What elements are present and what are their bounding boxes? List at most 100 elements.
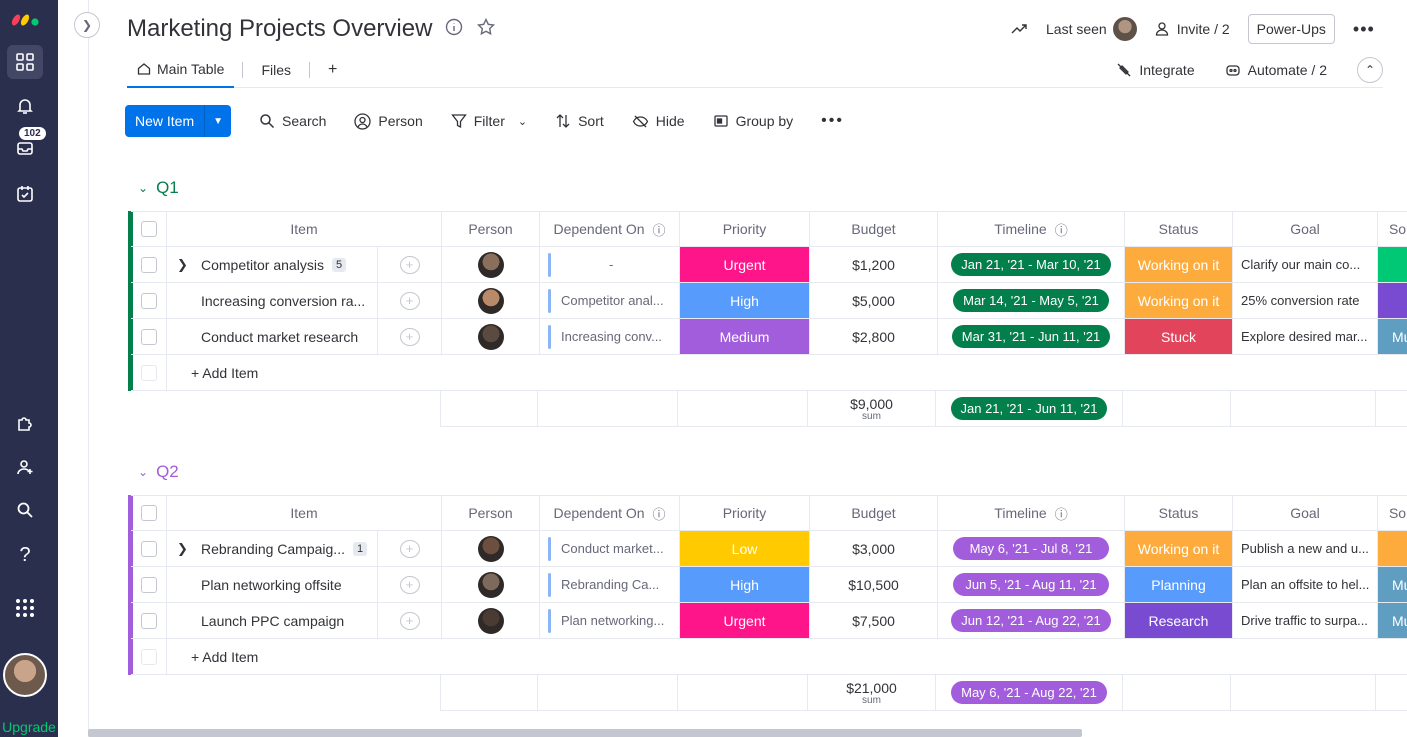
add-update-icon[interactable]: + [399, 575, 420, 594]
chevron-down-icon[interactable]: ⌄ [138, 465, 148, 479]
cell-status[interactable]: Stuck [1125, 319, 1233, 355]
cell-status[interactable]: Working on it [1125, 283, 1233, 319]
add-update-icon[interactable]: + [399, 611, 420, 630]
table-row[interactable]: Increasing conversion ra... + Competitor a… [131, 283, 1407, 319]
cell-person[interactable] [442, 319, 540, 355]
item-name[interactable]: Increasing conversion ra... [201, 293, 365, 309]
expand-subitems-icon[interactable]: ❯ [177, 541, 201, 557]
column-header-person[interactable]: Person [442, 211, 540, 247]
column-header-priority[interactable]: Priority [680, 495, 810, 531]
last-seen-button[interactable]: Last seen [1046, 17, 1137, 41]
add-view-button[interactable]: + [318, 52, 347, 88]
cell-goal[interactable]: Plan an offsite to hel... [1233, 567, 1378, 603]
table-row[interactable]: ❯ Rebranding Campaig... 1 + Conduct market..… [131, 531, 1407, 567]
select-all-checkbox[interactable] [140, 221, 157, 237]
search-icon[interactable] [7, 493, 43, 527]
priority-label[interactable]: High [680, 283, 809, 318]
column-header-dependent[interactable]: Dependent On ⓘ [540, 211, 680, 247]
info-icon[interactable] [445, 18, 463, 36]
cell-timeline[interactable]: May 6, '21 - Jul 8, '21 [938, 531, 1125, 567]
cell-priority[interactable]: High [680, 567, 810, 603]
cell-priority[interactable]: High [680, 283, 810, 319]
cell-goal[interactable]: Explore desired mar... [1233, 319, 1378, 355]
add-item-cell[interactable]: + Add Item [167, 639, 1407, 675]
row-checkbox[interactable] [140, 576, 157, 593]
cell-dependent[interactable]: Conduct market... [540, 531, 680, 567]
item-name[interactable]: Competitor analysis [201, 257, 324, 273]
table-row[interactable]: Plan networking offsite + Rebranding Ca...… [131, 567, 1407, 603]
person-avatar[interactable] [477, 287, 504, 314]
cell-timeline[interactable]: Jan 21, '21 - Mar 10, '21 [938, 247, 1125, 283]
cell-cb[interactable] [131, 531, 167, 567]
priority-label[interactable]: Urgent [680, 247, 809, 282]
invite-button[interactable]: Invite / 2 [1155, 21, 1230, 37]
status-label[interactable]: Working on it [1125, 247, 1232, 282]
cell-upd[interactable]: + [378, 567, 442, 603]
cell-item[interactable]: ❯ Competitor analysis 5 [167, 247, 378, 283]
cell-cb[interactable] [131, 319, 167, 355]
column-header-dependent[interactable]: Dependent On ⓘ [540, 495, 680, 531]
row-checkbox[interactable] [140, 256, 157, 273]
cell-dependent[interactable]: Increasing conv... [540, 319, 680, 355]
priority-label[interactable]: Urgent [680, 603, 809, 638]
chevron-down-icon[interactable]: ▼ [204, 105, 231, 137]
cell-timeline[interactable]: Mar 31, '21 - Jun 11, '21 [938, 319, 1125, 355]
add-item-row[interactable]: + Add Item [131, 355, 1407, 391]
group-by-button[interactable]: Group by [713, 113, 793, 129]
cell-so[interactable]: Mu [1378, 567, 1407, 603]
column-header-so[interactable]: So [1378, 495, 1407, 531]
my-work-icon[interactable] [7, 177, 43, 211]
cell-goal[interactable]: Publish a new and u... [1233, 531, 1378, 567]
notifications-bell-icon[interactable] [7, 89, 43, 123]
cell-so[interactable]: Mu [1378, 319, 1407, 355]
timeline-pill[interactable]: Jan 21, '21 - Mar 10, '21 [951, 253, 1111, 276]
cell-status[interactable]: Research [1125, 603, 1233, 639]
row-checkbox[interactable] [140, 292, 157, 309]
add-item-label[interactable]: + Add Item [191, 365, 258, 381]
cell-item[interactable]: Plan networking offsite [167, 567, 378, 603]
cell-item[interactable]: Launch PPC campaign [167, 603, 378, 639]
person-avatar[interactable] [477, 571, 504, 598]
column-header-item[interactable]: Item [167, 495, 442, 531]
cell-upd[interactable]: + [378, 283, 442, 319]
monday-logo[interactable] [10, 6, 42, 28]
status-label[interactable]: Working on it [1125, 531, 1232, 566]
item-name[interactable]: Rebranding Campaig... [201, 541, 345, 557]
info-icon[interactable]: ⓘ [1055, 504, 1068, 523]
info-icon[interactable]: ⓘ [1055, 220, 1068, 239]
tab-main-table[interactable]: Main Table [127, 52, 235, 88]
item-name[interactable]: Conduct market research [201, 329, 358, 345]
column-header-status[interactable]: Status [1125, 495, 1233, 531]
cell-budget[interactable]: $1,200 [810, 247, 938, 283]
column-header-cb[interactable] [131, 211, 167, 247]
cell-goal[interactable]: 25% conversion rate [1233, 283, 1378, 319]
cell-status[interactable]: Working on it [1125, 531, 1233, 567]
collapse-header-button[interactable]: ⌃ [1357, 57, 1383, 83]
cell-budget[interactable]: $5,000 [810, 283, 938, 319]
cell-budget[interactable]: $10,500 [810, 567, 938, 603]
goal-text[interactable]: Clarify our main co... [1241, 257, 1360, 272]
cell-timeline[interactable]: Jun 12, '21 - Aug 22, '21 [938, 603, 1125, 639]
priority-label[interactable]: Low [680, 531, 809, 566]
cell-status[interactable]: Planning [1125, 567, 1233, 603]
cell-person[interactable] [442, 247, 540, 283]
column-header-goal[interactable]: Goal [1233, 495, 1378, 531]
cell-so[interactable] [1378, 283, 1407, 319]
cell-person[interactable] [442, 531, 540, 567]
cell-upd[interactable]: + [378, 531, 442, 567]
cell-dependent[interactable]: - [540, 247, 680, 283]
goal-text[interactable]: Drive traffic to surpa... [1241, 613, 1368, 628]
integrate-button[interactable]: Integrate [1116, 62, 1195, 78]
row-checkbox[interactable] [140, 540, 157, 557]
item-name[interactable]: Launch PPC campaign [201, 613, 344, 629]
chevron-down-icon[interactable]: ⌄ [518, 115, 527, 128]
cell-budget[interactable]: $2,800 [810, 319, 938, 355]
column-header-budget[interactable]: Budget [810, 495, 938, 531]
column-header-cb[interactable] [131, 495, 167, 531]
status-label[interactable]: Working on it [1125, 283, 1232, 318]
cell-item[interactable]: Increasing conversion ra... [167, 283, 378, 319]
cell-upd[interactable]: + [378, 603, 442, 639]
cell-person[interactable] [442, 567, 540, 603]
column-header-so[interactable]: So [1378, 211, 1407, 247]
cell-so[interactable] [1378, 247, 1407, 283]
